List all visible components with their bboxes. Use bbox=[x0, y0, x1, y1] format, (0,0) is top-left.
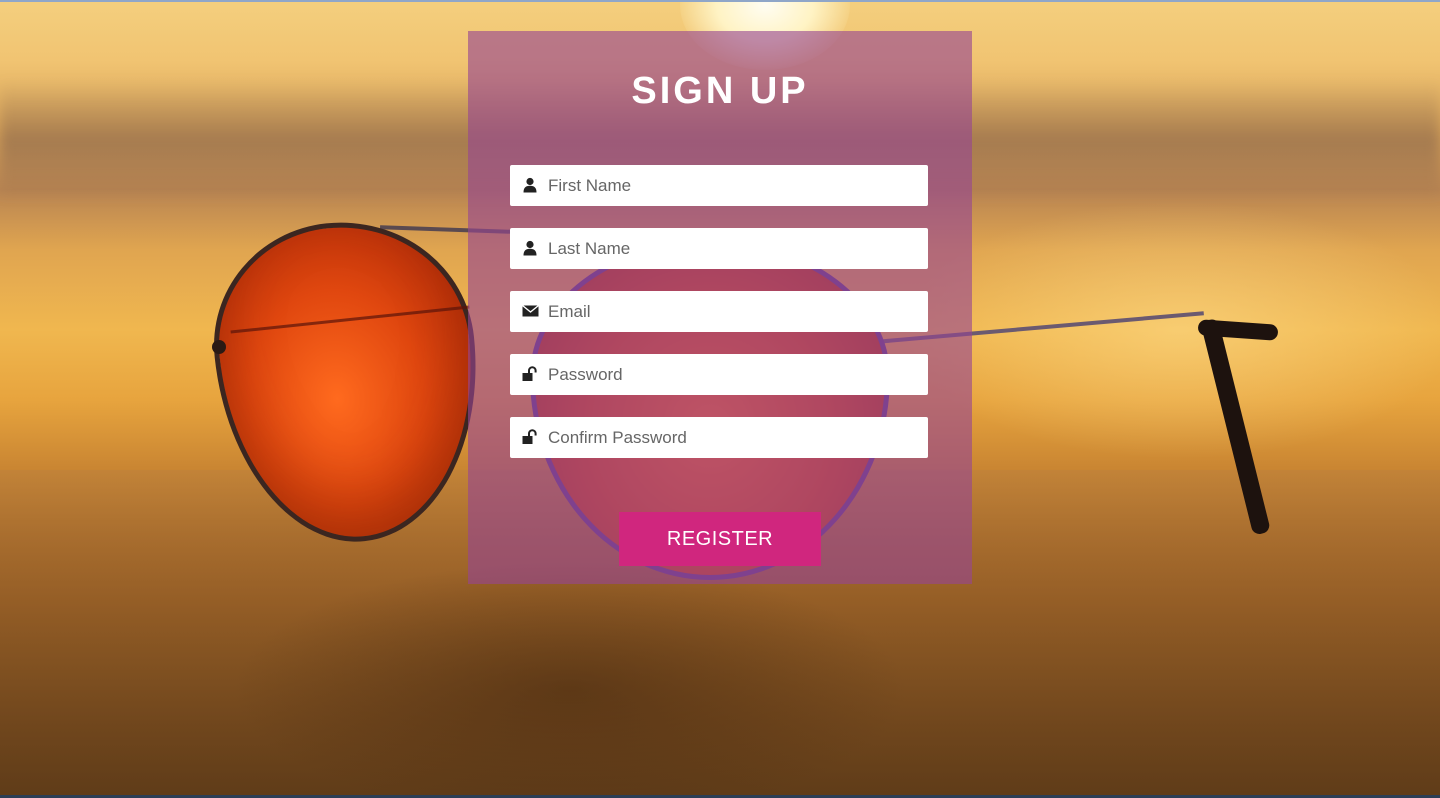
confirm-password-field[interactable] bbox=[510, 417, 928, 458]
unlock-icon bbox=[522, 366, 538, 382]
register-button[interactable]: REGISTER bbox=[619, 512, 821, 566]
password-field[interactable] bbox=[510, 354, 928, 395]
confirm-password-input[interactable] bbox=[548, 417, 918, 458]
first-name-input[interactable] bbox=[548, 165, 918, 206]
email-field[interactable] bbox=[510, 291, 928, 332]
unlock-icon bbox=[522, 429, 538, 445]
user-icon bbox=[522, 177, 538, 193]
email-input[interactable] bbox=[548, 291, 918, 332]
form-title: SIGN UP bbox=[631, 70, 809, 112]
last-name-input[interactable] bbox=[548, 228, 918, 269]
signup-form: SIGN UP First Name Last Name Email REGIS… bbox=[468, 31, 972, 584]
glasses-shadow bbox=[230, 560, 910, 798]
first-name-field[interactable] bbox=[510, 165, 928, 206]
last-name-field[interactable] bbox=[510, 228, 928, 269]
top-edge bbox=[0, 0, 1440, 2]
user-icon bbox=[522, 240, 538, 256]
signup-page: SIGN UP First Name Last Name Email REGIS… bbox=[0, 0, 1440, 798]
sunglasses-hinge bbox=[212, 340, 226, 354]
envelope-icon bbox=[522, 303, 539, 319]
password-input[interactable] bbox=[548, 354, 918, 395]
